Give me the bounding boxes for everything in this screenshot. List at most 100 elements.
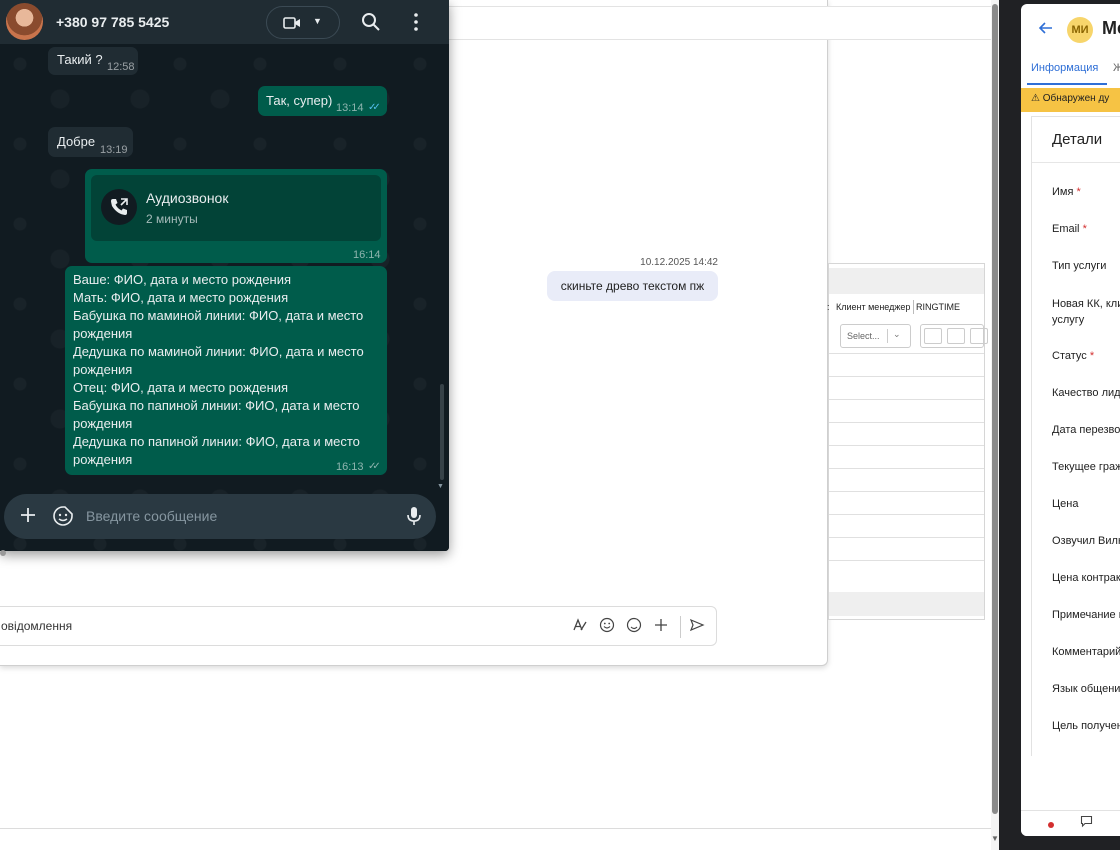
message-line: Дедушка по маминой линии: ФИО, дата и ме… — [73, 344, 364, 359]
duplicate-warning-banner[interactable]: ⚠ Обнаружен ду — [1021, 88, 1120, 112]
message-line: рождения — [73, 326, 133, 341]
message-outgoing[interactable]: Ваше: ФИО, дата и место рождения Мать: ФИ… — [65, 266, 387, 475]
table-row[interactable] — [829, 422, 984, 423]
field-label-text: Озвучил Вилк — [1052, 535, 1120, 547]
message-composer[interactable]: овідомлення — [0, 606, 717, 646]
send-icon[interactable] — [688, 617, 706, 635]
required-mark: * — [1082, 223, 1087, 235]
message-line: Мать: ФИО, дата и место рождения — [73, 290, 289, 305]
call-message[interactable]: Аудиозвонок 2 минуты 16:14 — [85, 169, 387, 263]
column-separator — [913, 300, 914, 314]
background-toolbar — [449, 6, 997, 40]
message-input[interactable]: Введите сообщение — [86, 508, 217, 524]
message-time: 12:58 — [107, 61, 135, 73]
avatar: МИ — [1067, 17, 1093, 43]
chevron-down-icon[interactable]: ▼ — [313, 16, 322, 26]
scroll-down-arrow-icon[interactable]: ▼ — [437, 483, 444, 490]
field-label-text: Новая КК, кли — [1052, 298, 1120, 310]
filter-select[interactable]: Select... ⌄ — [840, 324, 911, 348]
delivered-receipt-icon: ✓✓ — [368, 461, 381, 472]
column-header: : — [827, 302, 830, 312]
time-filter[interactable] — [920, 324, 988, 348]
message-time: 13:14 — [336, 102, 364, 114]
table-row[interactable] — [829, 560, 984, 561]
table-row[interactable] — [829, 537, 984, 538]
comment-icon[interactable] — [1080, 815, 1093, 831]
column-header-client-manager[interactable]: Клиент менеджер — [836, 302, 910, 312]
read-receipt-icon: ✓✓ — [368, 102, 381, 113]
column-header-ringtime[interactable]: RINGTIME — [916, 302, 960, 312]
select-separator — [887, 329, 888, 343]
card-title: Детали — [1052, 131, 1103, 148]
emoji-icon[interactable] — [598, 617, 616, 635]
call-card[interactable]: Аудиозвонок 2 минуты — [91, 175, 381, 241]
time-cell[interactable] — [970, 328, 988, 344]
resize-handle[interactable] — [0, 550, 6, 556]
field-label-text: Имя — [1052, 186, 1074, 198]
chat-scrollbar-thumb[interactable] — [440, 384, 444, 480]
message-text: Так, супер) — [266, 93, 333, 108]
time-cell[interactable] — [947, 328, 965, 344]
emoji-sticker-icon[interactable] — [52, 505, 74, 527]
contact-avatar[interactable] — [6, 3, 43, 40]
table-row[interactable] — [829, 376, 984, 377]
message-composer[interactable]: Введите сообщение — [4, 494, 436, 539]
scroll-down-arrow-icon[interactable]: ▼ — [991, 834, 999, 846]
divider — [1032, 162, 1120, 163]
field-label-text: услугу — [1052, 314, 1085, 326]
outgoing-call-icon — [111, 198, 128, 215]
time-cell[interactable] — [924, 328, 942, 344]
search-icon[interactable] — [361, 12, 381, 32]
table-row[interactable] — [829, 445, 984, 446]
message-line: рождения — [73, 362, 133, 377]
table-row[interactable] — [829, 491, 984, 492]
background-table: : Клиент менеджер RINGTIME Select... ⌄ — [827, 263, 988, 620]
field-label: Язык общени — [1052, 681, 1120, 697]
table-toolbar — [829, 268, 984, 294]
back-arrow-icon[interactable] — [1038, 20, 1054, 41]
table-row[interactable] — [829, 468, 984, 469]
message-incoming[interactable]: Добре 13:19 — [48, 127, 133, 157]
whatsapp-chat-window: +380 97 785 5425 ▼ Такий ? 12:58 Так, су… — [0, 0, 449, 551]
sticker-icon[interactable] — [625, 617, 643, 635]
page-scrollbar[interactable]: ▼ — [991, 0, 999, 850]
message-text: Ваше: ФИО, дата и место рождения Мать: ФИ… — [73, 271, 373, 469]
scrollbar-thumb[interactable] — [992, 4, 998, 814]
video-call-button[interactable]: ▼ — [266, 6, 340, 39]
field-label: Комментарий — [1052, 644, 1120, 660]
contact-phone[interactable]: +380 97 785 5425 — [56, 14, 169, 30]
table-row[interactable] — [829, 353, 984, 354]
field-label-text: Цена контрак — [1052, 572, 1120, 584]
composer-placeholder[interactable]: овідомлення — [1, 619, 72, 633]
tab-second[interactable]: Ж — [1113, 62, 1120, 74]
message-incoming[interactable]: Такий ? 12:58 — [48, 47, 138, 75]
tab-info[interactable]: Информация — [1031, 62, 1098, 74]
chevron-down-icon[interactable]: ⌄ — [893, 329, 901, 340]
field-label: Цена контрак — [1052, 570, 1120, 586]
required-mark: * — [1076, 186, 1081, 198]
text-format-icon[interactable] — [571, 617, 589, 635]
message-line: рождения — [73, 416, 133, 431]
field-label: Дата перезвон — [1052, 422, 1120, 438]
warning-icon: ⚠ — [1031, 93, 1040, 104]
field-label: Тип услуги — [1052, 258, 1106, 274]
table-row[interactable] — [829, 514, 984, 515]
field-label: Текущее граж — [1052, 459, 1120, 475]
chat-header: +380 97 785 5425 ▼ — [0, 0, 449, 44]
call-title: Аудиозвонок — [146, 190, 229, 206]
message-bubble: скиньте древо текстом пж — [547, 271, 718, 301]
add-icon[interactable] — [652, 617, 670, 635]
microphone-icon[interactable] — [404, 505, 424, 527]
required-mark: * — [1089, 350, 1095, 362]
field-label: Цена — [1052, 496, 1078, 512]
message-outgoing[interactable]: Так, супер) 13:14 ✓✓ — [258, 86, 387, 116]
divider — [680, 616, 681, 638]
table-row[interactable] — [829, 399, 984, 400]
message-line: Бабушка по маминой линии: ФИО, дата и ме… — [73, 308, 364, 323]
field-label: Цель получен — [1052, 718, 1120, 734]
menu-dots-icon[interactable] — [406, 12, 426, 32]
panel-bottom-bar — [1021, 810, 1120, 836]
field-label-text: Дата перезвон — [1052, 424, 1120, 436]
attach-plus-icon[interactable] — [18, 505, 38, 525]
warning-text: Обнаружен ду — [1042, 93, 1110, 104]
